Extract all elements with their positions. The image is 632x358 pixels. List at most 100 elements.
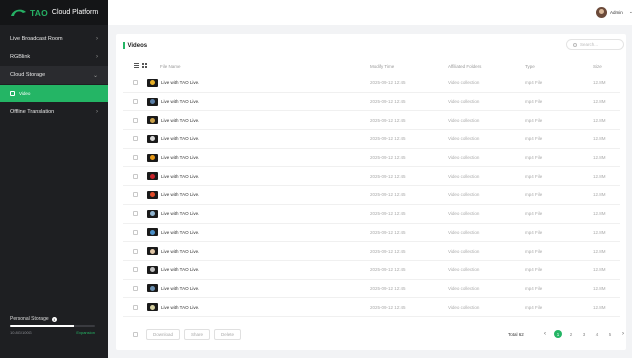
table-row[interactable]: Live with TAO Live. 2025-09-12 12:45 Video… xyxy=(123,148,620,168)
thumbnail-subject xyxy=(150,304,155,310)
grid-view-icon[interactable] xyxy=(142,63,147,68)
share-button[interactable]: Share xyxy=(184,328,211,340)
file-name[interactable]: Live with TAO Live. xyxy=(161,305,199,310)
file-name[interactable]: Live with TAO Live. xyxy=(161,267,199,272)
delete-button[interactable]: Delete xyxy=(214,328,242,340)
file-name[interactable]: Live with TAO Live. xyxy=(161,249,199,254)
file-name[interactable]: Live with TAO Live. xyxy=(161,211,199,216)
video-thumbnail[interactable] xyxy=(147,265,158,274)
sidebar-item-live-broadcast-room[interactable]: Live Broadcast Room › xyxy=(0,30,108,48)
file-name[interactable]: Live with TAO Live. xyxy=(161,174,199,179)
row-checkbox[interactable] xyxy=(133,80,138,86)
thumbnail-subject xyxy=(150,229,155,235)
row-checkbox[interactable] xyxy=(133,155,138,161)
thumbnail-subject xyxy=(150,136,155,142)
view-toggle xyxy=(134,63,147,68)
select-all-checkbox[interactable] xyxy=(133,331,138,337)
affiliated-folder: Video collection xyxy=(448,117,480,123)
column-header-type[interactable]: Type xyxy=(525,64,535,69)
video-thumbnail[interactable] xyxy=(147,303,158,312)
row-checkbox[interactable] xyxy=(133,285,138,291)
page-button-1[interactable]: 1 xyxy=(554,330,562,338)
file-size: 12.8M xyxy=(593,192,606,198)
prev-page-button[interactable]: ‹ xyxy=(541,330,549,338)
modify-time: 2025-09-12 12:45 xyxy=(370,229,406,235)
table-row[interactable]: Live with TAO Live. 2025-09-12 12:45 Video… xyxy=(123,298,620,317)
user-name[interactable]: Admin xyxy=(610,10,623,15)
sidebar-item-rgblink[interactable]: RGBlink › xyxy=(0,48,108,66)
video-thumbnail[interactable] xyxy=(147,228,158,237)
file-type: mp4 File xyxy=(525,248,543,254)
table-row[interactable]: Live with TAO Live. 2025-09-12 12:45 Video… xyxy=(123,186,620,205)
sidebar-item-cloud-storage[interactable]: Cloud Storage ⌄ xyxy=(0,66,108,84)
page-button-2[interactable]: 2 xyxy=(567,330,575,338)
row-checkbox[interactable] xyxy=(133,248,138,254)
file-name[interactable]: Live with TAO Live. xyxy=(161,118,199,123)
page-button-4[interactable]: 4 xyxy=(593,330,601,338)
row-checkbox[interactable] xyxy=(133,229,138,235)
row-checkbox[interactable] xyxy=(133,267,138,273)
video-thumbnail[interactable] xyxy=(147,116,158,125)
column-header-name[interactable]: File Name xyxy=(160,64,181,69)
video-thumbnail[interactable] xyxy=(147,172,158,181)
storage-panel: Personal Storage i 10.8G/100G Expansion xyxy=(0,316,108,335)
row-checkbox[interactable] xyxy=(133,117,138,123)
chevron-down-icon: ⌄ xyxy=(92,72,98,79)
column-header-time[interactable]: Modify Time xyxy=(370,64,394,69)
avatar[interactable] xyxy=(596,7,607,18)
video-thumbnail[interactable] xyxy=(147,78,158,87)
file-name[interactable]: Live with TAO Live. xyxy=(161,155,199,160)
affiliated-folder: Video collection xyxy=(448,192,480,198)
row-checkbox[interactable] xyxy=(133,211,138,217)
search-input[interactable]: Search... xyxy=(566,39,624,50)
page-button-3[interactable]: 3 xyxy=(580,330,588,338)
column-header-size[interactable]: Size xyxy=(593,64,602,69)
file-type: mp4 File xyxy=(525,136,543,142)
video-thumbnail[interactable] xyxy=(147,97,158,106)
table-row[interactable]: Live with TAO Live. 2025-09-12 12:45 Video… xyxy=(123,111,620,131)
video-thumbnail[interactable] xyxy=(147,134,158,143)
table-row[interactable]: Live with TAO Live. 2025-09-12 12:45 Video… xyxy=(123,260,620,280)
sidebar-item-label: Offline Translation xyxy=(10,109,55,115)
row-checkbox[interactable] xyxy=(133,192,138,198)
expansion-link[interactable]: Expansion xyxy=(76,330,95,335)
row-checkbox[interactable] xyxy=(133,304,138,310)
file-name[interactable]: Live with TAO Live. xyxy=(161,99,199,104)
file-name[interactable]: Live with TAO Live. xyxy=(161,136,199,141)
video-thumbnail[interactable] xyxy=(147,190,158,199)
table-row[interactable]: Live with TAO Live. 2025-09-12 12:45 Video… xyxy=(123,130,620,149)
row-checkbox[interactable] xyxy=(133,136,138,142)
sidebar-item-offline-translation[interactable]: Offline Translation › xyxy=(0,103,108,121)
video-thumbnail[interactable] xyxy=(147,247,158,256)
table-row[interactable]: Live with TAO Live. 2025-09-12 12:45 Video… xyxy=(123,223,620,243)
file-size: 12.8M xyxy=(593,99,606,105)
file-name[interactable]: Live with TAO Live. xyxy=(161,230,199,235)
download-button[interactable]: Download xyxy=(146,328,181,340)
video-thumbnail[interactable] xyxy=(147,209,158,218)
file-name[interactable]: Live with TAO Live. xyxy=(161,192,199,197)
next-page-button[interactable]: › xyxy=(619,330,627,338)
row-checkbox[interactable] xyxy=(133,99,138,105)
video-thumbnail[interactable] xyxy=(147,284,158,293)
table-row[interactable]: Live with TAO Live. 2025-09-12 12:45 Video… xyxy=(123,280,620,299)
video-thumbnail[interactable] xyxy=(147,153,158,162)
thumbnail-subject xyxy=(150,155,155,161)
modify-time: 2025-09-12 12:45 xyxy=(370,192,406,198)
modify-time: 2025-09-12 12:45 xyxy=(370,99,406,105)
table-row[interactable]: Live with TAO Live. 2025-09-12 12:45 Video… xyxy=(123,93,620,112)
modify-time: 2025-09-12 12:45 xyxy=(370,211,406,217)
file-name[interactable]: Live with TAO Live. xyxy=(161,80,199,85)
info-icon[interactable]: i xyxy=(51,316,57,322)
brand[interactable]: TAO Cloud Platform xyxy=(0,0,108,25)
file-name[interactable]: Live with TAO Live. xyxy=(161,286,199,291)
table-row[interactable]: Live with TAO Live. 2025-09-12 12:45 Video… xyxy=(123,205,620,224)
table-row[interactable]: Live with TAO Live. 2025-09-12 12:45 Video… xyxy=(123,74,620,93)
row-checkbox[interactable] xyxy=(133,173,138,179)
thumbnail-subject xyxy=(150,99,155,105)
sidebar-item-video[interactable]: Video xyxy=(0,85,108,102)
table-row[interactable]: Live with TAO Live. 2025-09-12 12:45 Video… xyxy=(123,167,620,187)
table-row[interactable]: Live with TAO Live. 2025-09-12 12:45 Video… xyxy=(123,242,620,261)
list-view-icon[interactable] xyxy=(134,63,139,68)
column-header-folder[interactable]: Affiliated Folders xyxy=(448,64,481,69)
page-button-5[interactable]: 5 xyxy=(606,330,614,338)
